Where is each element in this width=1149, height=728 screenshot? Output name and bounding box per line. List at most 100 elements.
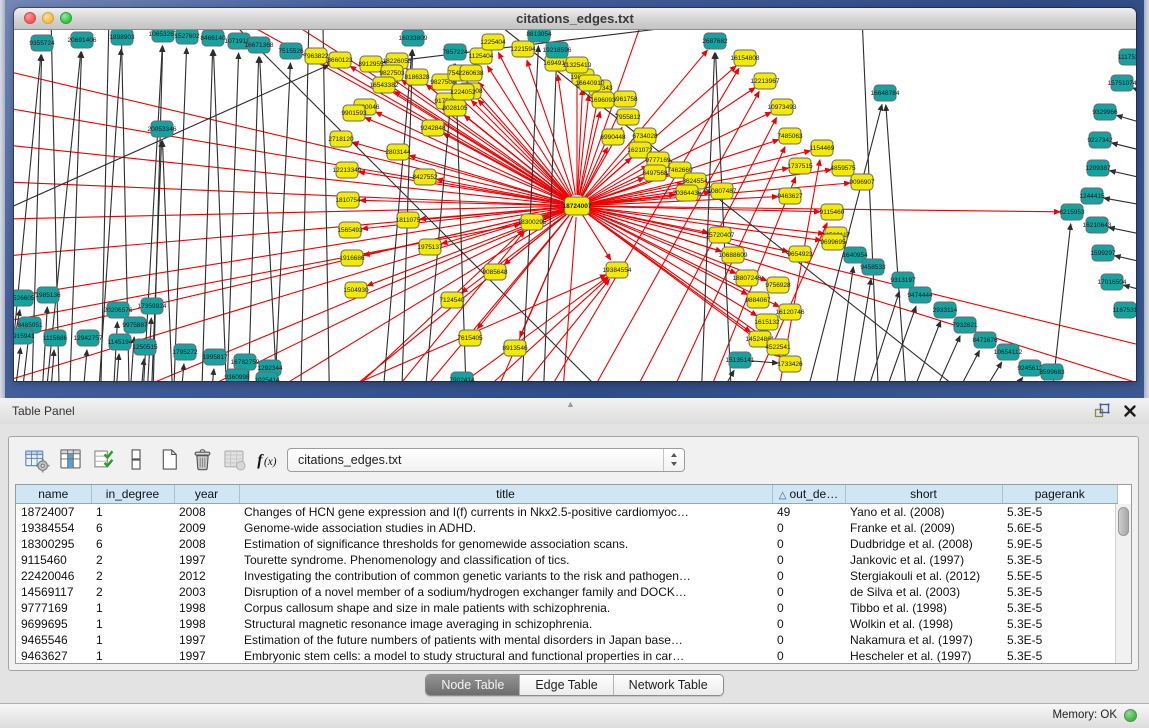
table-row[interactable]: 1872400712008Changes of HCN gene express…	[16, 504, 1118, 521]
graph-node-label: 20206576	[104, 307, 133, 314]
column-header-out-de[interactable]: △out_de…	[772, 485, 845, 504]
graph-node-label: 18807243	[733, 275, 762, 282]
table-row[interactable]: 2242004622012Investigating the contribut…	[16, 568, 1118, 584]
table-selector-dropdown[interactable]: citations_edges.txt	[287, 448, 685, 472]
graph-node-label: 15751074	[1108, 80, 1136, 87]
graph-node-label: 16648784	[871, 90, 900, 97]
create-column-icon[interactable]	[156, 446, 183, 473]
column-header-year[interactable]: year	[174, 485, 239, 504]
graph-edge	[390, 214, 570, 381]
graph-node-label: 9699695	[820, 239, 846, 246]
tab-edge-table[interactable]: Edge Table	[520, 675, 613, 695]
table-cell: 6	[91, 520, 174, 536]
column-header-name[interactable]: name	[16, 485, 91, 504]
graph-edge	[1117, 115, 1136, 128]
table-cell: 5.3E-5	[1002, 584, 1118, 600]
table-cell: Estimation of the future numbers of pati…	[239, 632, 772, 648]
tab-node-table[interactable]: Node Table	[426, 675, 520, 695]
column-header-in-degree[interactable]: in_degree	[91, 485, 174, 504]
graph-edge	[138, 359, 144, 381]
splitter-handle-icon[interactable]: ▲	[566, 399, 575, 409]
graph-edge	[300, 30, 310, 381]
window-minimize-button[interactable]	[42, 12, 54, 24]
graph-node-label: 9654923	[787, 251, 813, 258]
table-row[interactable]: 969969511998Structural magnetic resonanc…	[16, 616, 1118, 632]
graph-edge	[588, 209, 1136, 350]
graph-node-label: 7485063	[777, 133, 803, 140]
graph-edge	[716, 53, 733, 381]
tab-network-table[interactable]: Network Table	[614, 675, 723, 695]
graph-node-label: 9777169	[645, 157, 671, 164]
select-attributes-icon[interactable]	[91, 446, 118, 473]
graph-node-label: 9884067	[745, 297, 771, 304]
table-cell: Franke et al. (2009)	[845, 520, 1002, 536]
table-row[interactable]: 1456911722003Disruption of a novel membe…	[16, 584, 1118, 600]
graph-node-label: 9227342	[1087, 137, 1113, 144]
graph-edge	[982, 377, 1023, 381]
table-cell: 5.3E-5	[1002, 616, 1118, 632]
column-header-pagerank[interactable]: pagerank	[1002, 485, 1118, 504]
graph-edge	[14, 140, 566, 205]
graph-node-label: 1898903	[109, 34, 135, 41]
graph-edge	[1112, 143, 1136, 155]
graph-node-label: 8427552	[412, 174, 438, 181]
graph-node-label: 7963822	[303, 53, 329, 60]
graph-node-label: 17016504	[1098, 279, 1127, 286]
graph-node-label: 8660123	[327, 57, 353, 64]
row-mode-icon[interactable]	[122, 446, 149, 473]
column-header-short[interactable]: short	[845, 485, 1002, 504]
table-row[interactable]: 977716911998Corpus callosum shape and si…	[16, 600, 1118, 616]
import-table-icon[interactable]	[221, 446, 248, 473]
graph-edge	[1048, 224, 1071, 381]
graph-edge	[300, 230, 523, 381]
table-row[interactable]: 946554611997Estimation of the future num…	[16, 632, 1118, 648]
graph-node-label: 8186328	[404, 74, 430, 81]
table-row[interactable]: 1938455462009Genome-wide association stu…	[16, 520, 1118, 536]
table-tabs: Node TableEdge TableNetwork Table	[0, 674, 1149, 696]
graph-node-label: 9901593	[341, 110, 367, 117]
graph-node-label: 1696093	[590, 97, 616, 104]
graph-node-label: 8028105	[442, 105, 468, 112]
table-cell: 5.3E-5	[1002, 600, 1118, 616]
table-cell: 2003	[174, 584, 239, 600]
graph-node-label: 1975137	[417, 244, 443, 251]
float-window-icon[interactable]	[1093, 403, 1111, 419]
close-icon[interactable]	[1123, 404, 1137, 418]
table-row[interactable]: 1830029562008Estimation of significance …	[16, 536, 1118, 552]
table-cell: Wolkin et al. (1998)	[845, 616, 1002, 632]
show-columns-icon[interactable]	[57, 446, 84, 473]
graph-node-label: 19384554	[603, 267, 632, 274]
graph-edge	[14, 60, 566, 203]
svg-text:(x): (x)	[264, 456, 277, 468]
window-close-button[interactable]	[24, 12, 36, 24]
table-cell: de Silva et al. (2003)	[845, 584, 1002, 600]
graph-node-label: 12942757	[74, 335, 103, 342]
graph-edge	[830, 267, 853, 381]
graph-node-label: 1995817	[202, 354, 228, 361]
window-zoom-button[interactable]	[60, 12, 72, 24]
network-canvas[interactable]: 1872400786601238912955182260589827503165…	[14, 30, 1136, 381]
table-row[interactable]: 946362711997Embryonic stem cells: a mode…	[16, 648, 1118, 664]
graph-edge	[80, 350, 87, 381]
graph-node-label: 8215953	[1059, 209, 1085, 216]
graph-edge	[938, 351, 979, 381]
graph-edge	[1133, 88, 1136, 100]
graph-node-label: 12213967	[751, 78, 780, 85]
graph-edge	[14, 348, 21, 381]
graph-node-label: 8813054	[526, 31, 552, 38]
vertical-scrollbar[interactable]	[1115, 504, 1131, 663]
graph-edge	[583, 215, 611, 259]
table-options-icon[interactable]	[23, 446, 50, 473]
graph-node-label: 2718120	[328, 136, 354, 143]
graph-edge	[960, 362, 1002, 381]
scrollbar-thumb[interactable]	[1118, 507, 1129, 536]
graph-node-label: 1292344	[257, 365, 283, 372]
graph-node-label: 1795272	[172, 349, 198, 356]
graph-node-label: 9975887	[122, 322, 148, 329]
table-cell: 1	[91, 632, 174, 648]
function-builder-icon[interactable]: f (x)	[255, 446, 282, 473]
delete-columns-icon[interactable]	[189, 446, 216, 473]
network-window-titlebar[interactable]: citations_edges.txt	[14, 8, 1136, 30]
table-row[interactable]: 911546021997Tourette syndrome. Phenomeno…	[16, 552, 1118, 568]
column-header-title[interactable]: title	[239, 485, 772, 504]
